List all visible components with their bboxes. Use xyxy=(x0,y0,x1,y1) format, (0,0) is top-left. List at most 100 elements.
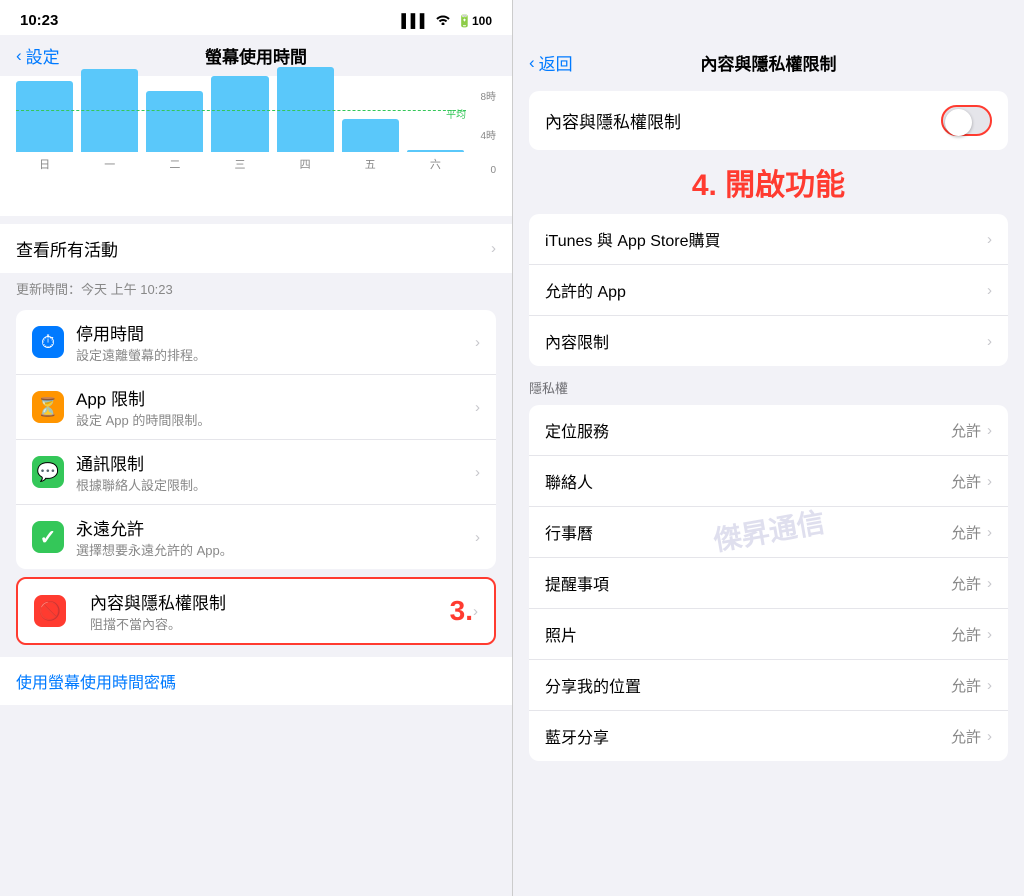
avg-line xyxy=(16,110,466,111)
contacts-row[interactable]: 聯絡人 允許 › xyxy=(529,456,1008,507)
list-item-alwaysallow[interactable]: ✓ 永遠允許 選擇想要永遠允許的 App。 › xyxy=(16,505,496,569)
right-panel: ‹ 返回 內容與隱私權限制 傑昇通信 → 內容與隱私權限制 4. 開啟功能 iT… xyxy=(512,0,1024,896)
alwaysallow-subtitle: 選擇想要永遠允許的 App。 xyxy=(76,540,475,559)
calendar-value: 允許 xyxy=(951,522,981,543)
location-row[interactable]: 定位服務 允許 › xyxy=(529,405,1008,456)
bluetooth-label: 藍牙分享 xyxy=(545,724,609,748)
signal-icon: ▌▌▌ xyxy=(401,13,429,28)
privacy-list: 定位服務 允許 › 聯絡人 允許 › 行事曆 允許 › xyxy=(529,405,1008,761)
activity-title: 查看所有活動 xyxy=(16,236,118,261)
bar-三: 三 xyxy=(211,76,268,172)
chevron-left-icon: ‹ xyxy=(529,53,535,73)
bar-二: 二 xyxy=(146,91,203,172)
y-label-4: 4時 xyxy=(468,127,496,142)
commlimit-chevron: › xyxy=(475,464,480,481)
commlimit-title: 通訊限制 xyxy=(76,450,475,475)
contacts-value: 允許 xyxy=(951,471,981,492)
photos-row[interactable]: 照片 允許 › xyxy=(529,609,1008,660)
left-panel: 10:23 ▌▌▌ 🔋100 ‹ 設定 螢幕使用時間 8時 4時 0 xyxy=(0,0,512,896)
bar-日: 日 xyxy=(16,81,73,172)
content-restrictions-right: › xyxy=(987,333,992,350)
alwaysallow-text: 永遠允許 選擇想要永遠允許的 App。 xyxy=(76,515,475,559)
chart-bars: 日 一 二 三 四 xyxy=(16,88,464,176)
list-item-applimit[interactable]: ⏳ App 限制 設定 App 的時間限制。 › xyxy=(16,375,496,440)
commlimit-subtitle: 根據聯絡人設定限制。 xyxy=(76,475,475,494)
status-bar: 10:23 ▌▌▌ 🔋100 xyxy=(0,0,512,35)
left-nav-title: 螢幕使用時間 xyxy=(205,43,307,68)
status-icons: ▌▌▌ 🔋100 xyxy=(401,13,492,28)
location-label: 定位服務 xyxy=(545,418,609,442)
right-nav-bar: ‹ 返回 內容與隱私權限制 xyxy=(513,0,1024,83)
downtime-text: 停用時間 設定遠離螢幕的排程。 xyxy=(76,320,475,364)
itunes-chevron: › xyxy=(987,231,992,248)
toggle-wrapper: → 內容與隱私權限制 xyxy=(513,91,1024,150)
battery-icon: 🔋100 xyxy=(457,14,492,28)
reminders-row[interactable]: 提醒事項 允許 › xyxy=(529,558,1008,609)
itunes-row[interactable]: iTunes 與 App Store購買 › xyxy=(529,214,1008,265)
y-label-8: 8時 xyxy=(468,88,496,103)
right-content: 傑昇通信 → 內容與隱私權限制 4. 開啟功能 iTunes 與 App Sto… xyxy=(513,83,1024,896)
applimit-text: App 限制 設定 App 的時間限制。 xyxy=(76,385,475,429)
content-privacy-toggle-row: 內容與隱私權限制 xyxy=(529,91,1008,150)
bottom-link[interactable]: 使用螢幕使用時間密碼 xyxy=(0,657,512,705)
contacts-right: 允許 › xyxy=(951,471,992,492)
bar-五: 五 xyxy=(342,119,399,172)
time: 10:23 xyxy=(20,12,58,29)
chevron-left-icon: ‹ xyxy=(16,46,22,66)
alwaysallow-chevron: › xyxy=(475,529,480,546)
applimit-chevron: › xyxy=(475,399,480,416)
chart-container: 8時 4時 0 平均 日 一 xyxy=(16,88,496,208)
activity-row[interactable]: 查看所有活動 › xyxy=(0,224,512,273)
allowed-apps-chevron: › xyxy=(987,282,992,299)
left-nav-bar: ‹ 設定 螢幕使用時間 xyxy=(0,35,512,76)
content-restrictions-label: 內容限制 xyxy=(545,329,609,353)
y-label-0: 0 xyxy=(468,165,496,176)
location-value: 允許 xyxy=(951,420,981,441)
photos-value: 允許 xyxy=(951,624,981,645)
calendar-chevron: › xyxy=(987,524,992,541)
bluetooth-row[interactable]: 藍牙分享 允許 › xyxy=(529,711,1008,761)
content-privacy-chevron: › xyxy=(473,603,478,620)
applimit-title: App 限制 xyxy=(76,385,475,410)
activity-chevron: › xyxy=(491,240,496,257)
list-item-downtime[interactable]: ⏱ 停用時間 設定遠離螢幕的排程。 › xyxy=(16,310,496,375)
toggle-knob xyxy=(945,109,972,136)
calendar-row[interactable]: 行事曆 允許 › xyxy=(529,507,1008,558)
left-back-button[interactable]: ‹ 設定 xyxy=(16,43,60,68)
share-location-chevron: › xyxy=(987,677,992,694)
wifi-icon xyxy=(435,13,451,28)
chart-section: 8時 4時 0 平均 日 一 xyxy=(0,76,512,216)
reminders-right: 允許 › xyxy=(951,573,992,594)
update-text: 更新時間：今天 上午 10:23 xyxy=(0,273,512,302)
list-item-commlimit[interactable]: 💬 通訊限制 根據聯絡人設定限制。 › xyxy=(16,440,496,505)
commlimit-icon: 💬 xyxy=(32,456,64,488)
allowed-apps-row[interactable]: 允許的 App › xyxy=(529,265,1008,316)
reminders-label: 提醒事項 xyxy=(545,571,609,595)
location-chevron: › xyxy=(987,422,992,439)
avg-label: 平均 xyxy=(446,106,466,121)
back-label: 設定 xyxy=(26,43,60,68)
content-restrictions-row[interactable]: 內容限制 › xyxy=(529,316,1008,366)
photos-right: 允許 › xyxy=(951,624,992,645)
contacts-label: 聯絡人 xyxy=(545,469,593,493)
contacts-chevron: › xyxy=(987,473,992,490)
allowed-apps-label: 允許的 App xyxy=(545,278,626,302)
reminders-chevron: › xyxy=(987,575,992,592)
bluetooth-right: 允許 › xyxy=(951,726,992,747)
right-nav-title: 內容與隱私權限制 xyxy=(701,50,837,75)
step3-label: 3. xyxy=(450,595,473,627)
itunes-label: iTunes 與 App Store購買 xyxy=(545,227,720,251)
share-location-label: 分享我的位置 xyxy=(545,673,641,697)
privacy-section-header: 隱私權 xyxy=(513,372,1024,399)
content-privacy-item[interactable]: 🚫 內容與隱私權限制 阻擋不當內容。 3. › xyxy=(16,577,496,645)
reminders-value: 允許 xyxy=(951,573,981,594)
location-right: 允許 › xyxy=(951,420,992,441)
content-privacy-toggle[interactable] xyxy=(941,105,992,136)
right-back-label: 返回 xyxy=(539,50,573,75)
share-location-row[interactable]: 分享我的位置 允許 › xyxy=(529,660,1008,711)
downtime-title: 停用時間 xyxy=(76,320,475,345)
photos-label: 照片 xyxy=(545,622,577,646)
downtime-chevron: › xyxy=(475,334,480,351)
right-back-button[interactable]: ‹ 返回 xyxy=(529,50,573,75)
toggle-label: 內容與隱私權限制 xyxy=(545,108,681,133)
